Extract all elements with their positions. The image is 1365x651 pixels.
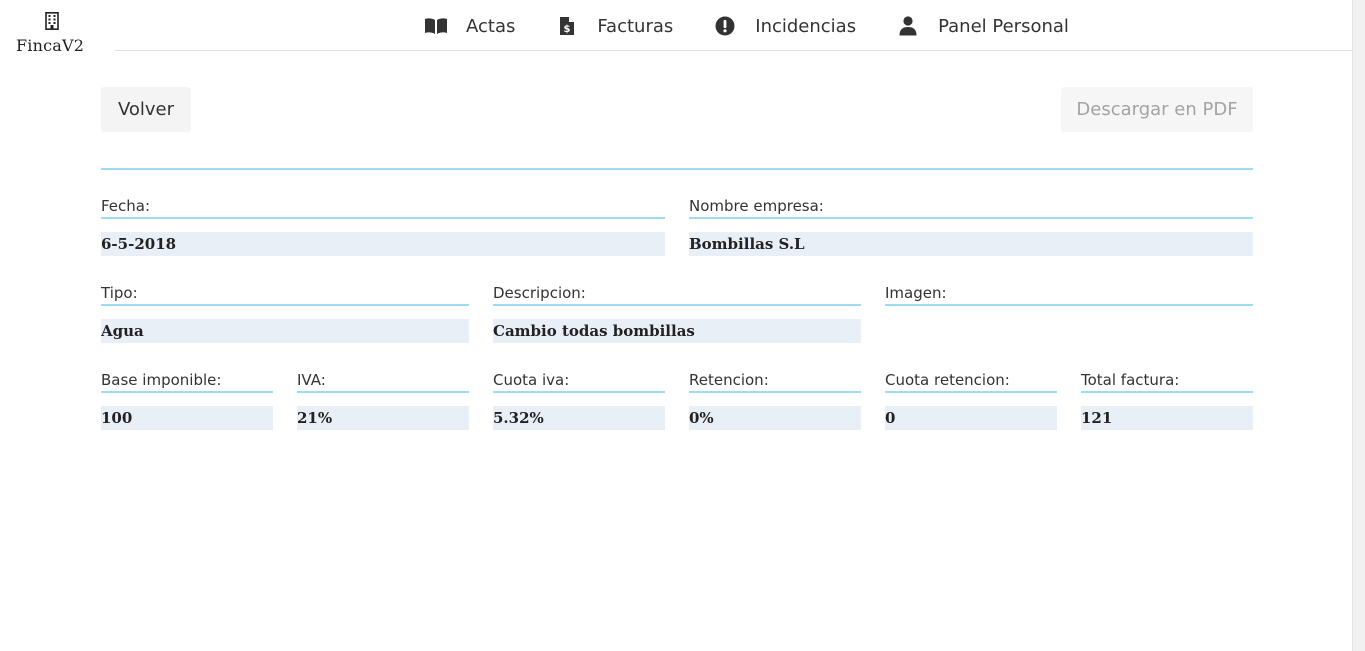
nav-item-facturas[interactable]: $ Facturas [555,16,673,37]
back-button[interactable]: Volver [101,87,191,132]
nav-label: Panel Personal [938,15,1069,37]
nav-label: Facturas [597,15,674,37]
field-label: Tipo: [101,282,469,306]
field-label: Descripcion: [493,282,861,306]
field-base-imponible: Base imponible: 100 [101,369,273,430]
nav-label: Actas [466,15,516,37]
field-retencion: Retencion: 0% [689,369,861,430]
field-tipo: Tipo: Agua [101,282,469,343]
field-label: Retencion: [689,369,861,393]
field-label: Fecha: [101,195,665,219]
field-value: 100 [101,406,273,430]
field-value: 6-5-2018 [101,232,665,256]
field-value [885,319,1253,343]
main-nav: Actas $ Facturas Incidencias Panel Perso… [424,12,1109,40]
field-label: Cuota retencion: [885,369,1057,393]
field-nombre-empresa: Nombre empresa: Bombillas S.L [689,195,1253,256]
field-label: Imagen: [885,282,1253,306]
field-value: Agua [101,319,469,343]
exclamation-circle-icon [713,16,737,36]
field-value: Bombillas S.L [689,232,1253,256]
field-label: IVA: [297,369,469,393]
field-value: 0 [885,406,1057,430]
book-open-icon [424,16,448,36]
field-iva: IVA: 21% [297,369,469,430]
section-divider [101,168,1253,170]
page: FincaV2 Actas $ Facturas Incidencias Pan… [0,0,1352,651]
header-divider [115,50,1352,51]
field-cuota-retencion: Cuota retencion: 0 [885,369,1057,430]
nav-item-panel-personal[interactable]: Panel Personal [896,16,1069,37]
file-invoice-dollar-icon: $ [555,16,579,36]
field-descripcion: Descripcion: Cambio todas bombillas [493,282,861,343]
user-icon [896,16,920,36]
building-icon [45,12,59,30]
field-label: Base imponible: [101,369,273,393]
brand-name: FincaV2 [16,36,85,55]
nav-item-incidencias[interactable]: Incidencias [713,16,856,37]
field-fecha: Fecha: 6-5-2018 [101,195,665,256]
download-pdf-button[interactable]: Descargar en PDF [1061,87,1253,132]
field-value: 121 [1081,406,1253,430]
nav-label: Incidencias [755,15,857,37]
field-total-factura: Total factura: 121 [1081,369,1253,430]
field-label: Cuota iva: [493,369,665,393]
svg-text:$: $ [564,24,571,35]
brand-logo[interactable]: FincaV2 [16,12,88,55]
field-label: Total factura: [1081,369,1253,393]
field-cuota-iva: Cuota iva: 5.32% [493,369,665,430]
field-value: 5.32% [493,406,665,430]
field-label: Nombre empresa: [689,195,1253,219]
field-value: 21% [297,406,469,430]
field-imagen: Imagen: [885,282,1253,343]
vertical-scrollbar[interactable] [1352,0,1365,651]
field-value: Cambio todas bombillas [493,319,861,343]
field-value: 0% [689,406,861,430]
nav-item-actas[interactable]: Actas [424,16,515,37]
